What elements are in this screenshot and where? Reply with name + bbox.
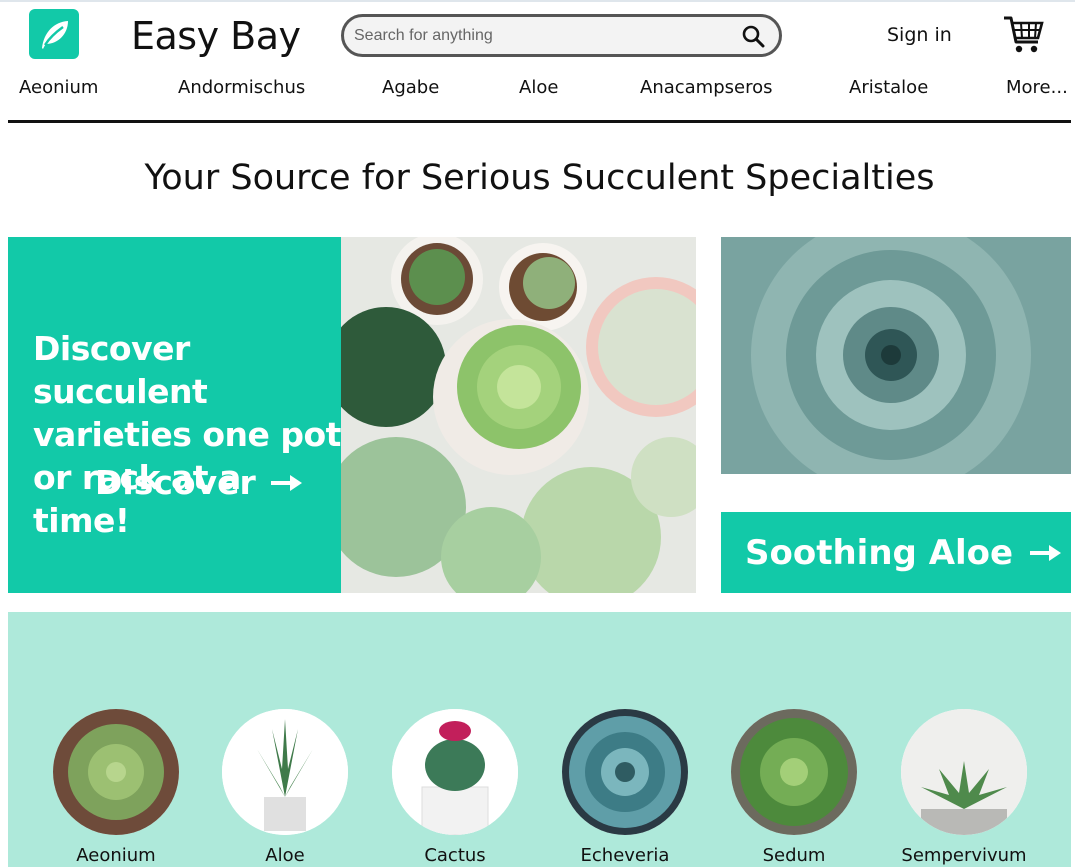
soothing-aloe-link[interactable]: Soothing Aloe xyxy=(721,512,1071,593)
discover-link[interactable]: Discover xyxy=(95,463,304,502)
nav-item-andormischus[interactable]: Andormischus xyxy=(178,77,305,98)
hero-text: Discover succulent varieties one pot or … xyxy=(33,329,341,540)
aloe-image xyxy=(222,709,348,835)
soothing-aloe-label: Soothing Aloe xyxy=(745,532,1014,573)
arrow-right-icon xyxy=(270,474,302,491)
category-sedum[interactable]: Sedum xyxy=(731,709,857,866)
search-input[interactable] xyxy=(354,25,734,47)
sign-in-link[interactable]: Sign in xyxy=(887,24,952,46)
category-label: Echeveria xyxy=(580,845,670,866)
arrow-right-icon xyxy=(1030,544,1062,561)
top-border xyxy=(0,0,1075,2)
succulent-pots-image xyxy=(341,237,696,593)
category-cactus[interactable]: Cactus xyxy=(392,709,518,866)
sempervivum-image xyxy=(901,709,1027,835)
category-label: Aeonium xyxy=(76,845,156,866)
echeveria-image xyxy=(562,709,688,835)
category-aeonium[interactable]: Aeonium xyxy=(53,709,179,866)
discover-label: Discover xyxy=(95,463,256,502)
header-divider xyxy=(8,120,1071,123)
aeonium-image xyxy=(53,709,179,835)
page-headline: Your Source for Serious Succulent Specia… xyxy=(144,158,935,198)
agave-rosette-image xyxy=(721,237,1071,474)
nav-item-aeonium[interactable]: Aeonium xyxy=(19,77,98,98)
sedum-image xyxy=(731,709,857,835)
cactus-image xyxy=(392,709,518,835)
category-label: Cactus xyxy=(424,845,486,866)
category-label: Sempervivum xyxy=(901,845,1027,866)
search-icon[interactable] xyxy=(741,24,765,48)
nav-item-anacampseros[interactable]: Anacampseros xyxy=(640,77,773,98)
nav-item-more[interactable]: More... xyxy=(1006,77,1068,98)
category-echeveria[interactable]: Echeveria xyxy=(562,709,688,866)
category-sempervivum[interactable]: Sempervivum xyxy=(901,709,1027,866)
logo[interactable] xyxy=(29,9,79,59)
nav-item-agabe[interactable]: Agabe xyxy=(382,77,439,98)
leaf-logo-icon xyxy=(42,21,68,49)
category-nav: Aeonium Andormischus Agabe Aloe Anacamps… xyxy=(0,77,1075,101)
hero-banner[interactable]: Discover succulent varieties one pot or … xyxy=(8,237,341,593)
category-label: Sedum xyxy=(762,845,826,866)
category-aloe[interactable]: Aloe xyxy=(222,709,348,866)
search-bar[interactable] xyxy=(341,14,782,57)
nav-item-aristaloe[interactable]: Aristaloe xyxy=(849,77,928,98)
category-label: Aloe xyxy=(265,845,305,866)
brand-name[interactable]: Easy Bay xyxy=(131,14,301,58)
nav-item-aloe[interactable]: Aloe xyxy=(519,77,558,98)
cart-icon[interactable] xyxy=(1002,14,1044,56)
